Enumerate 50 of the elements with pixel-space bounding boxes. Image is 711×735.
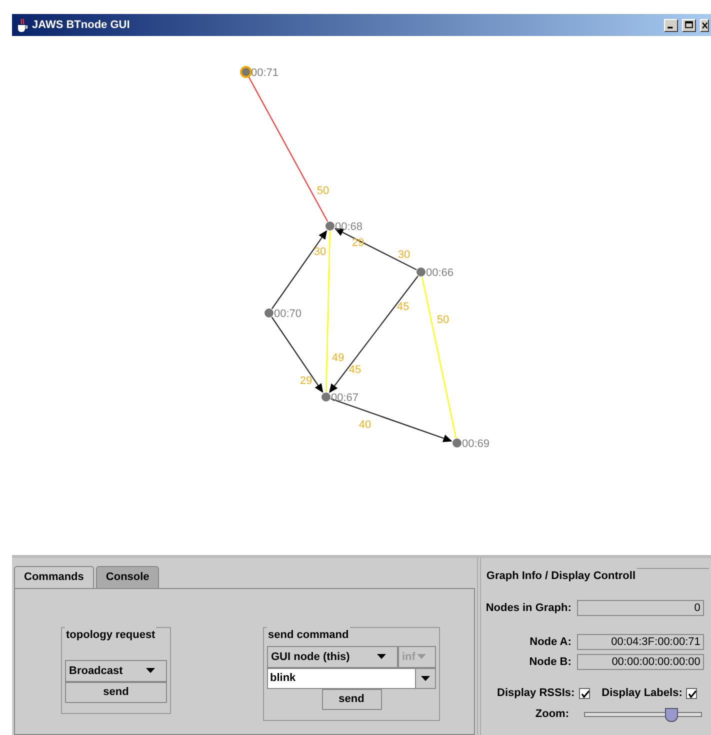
command-combo[interactable]: blink (267, 668, 436, 689)
coffee-cup-icon (16, 18, 28, 32)
node[interactable] (322, 392, 330, 402)
field-label: Node A: (528, 635, 572, 650)
edge-label: 50 (436, 314, 450, 326)
target-dropdown[interactable]: GUI node (this) (267, 646, 398, 668)
send-button[interactable]: send (322, 689, 382, 710)
field-label: Node B: (528, 654, 572, 670)
window-title: JAWS BTnode GUI (32, 18, 131, 33)
node-label: 00:67 (331, 392, 359, 404)
zoom-label: Zoom: (535, 706, 569, 722)
value-field: 00:04:3F:00:00:71 (577, 634, 704, 650)
checkbox[interactable] (578, 688, 590, 699)
edge-label: 30 (314, 246, 326, 258)
slider-thumb[interactable] (664, 708, 678, 722)
maximize-icon[interactable] (682, 18, 696, 32)
send-button[interactable]: send (65, 682, 167, 703)
close-icon[interactable] (700, 18, 709, 32)
edge-label: 30 (398, 249, 410, 261)
node-label: 00:68 (335, 221, 363, 233)
edge-label: 29 (352, 237, 364, 249)
edge-label: 45 (348, 364, 362, 376)
node-label: 00:70 (274, 308, 302, 320)
target-dropdown[interactable]: Broadcast (65, 660, 167, 682)
edge-label: 49 (332, 352, 344, 364)
caret-icon (420, 676, 430, 682)
tab[interactable]: Console (96, 566, 160, 588)
display-labels-label: Display Labels: (602, 686, 682, 701)
value-field: 00:00:00:00:00:00 (577, 654, 704, 670)
node[interactable] (240, 66, 252, 78)
node[interactable] (416, 268, 426, 276)
caret-icon (415, 653, 429, 661)
edge-label: 29 (300, 375, 312, 387)
node-label: 00:66 (426, 267, 454, 279)
node[interactable] (452, 438, 462, 448)
edge-label: 50 (316, 185, 330, 197)
minimize-icon[interactable] (664, 18, 678, 32)
field-label: Nodes in Graph: (485, 600, 572, 616)
edge-label: 40 (358, 419, 372, 431)
checkbox[interactable] (686, 688, 698, 699)
node[interactable] (264, 308, 274, 318)
node-label: 00:71 (251, 67, 279, 79)
tab[interactable]: Commands (14, 566, 94, 588)
node-label: 00:69 (462, 438, 490, 450)
display-rssis-label: Display RSSIs: (497, 686, 575, 701)
node[interactable] (326, 222, 334, 230)
group-title: Graph Info / Display Controll (485, 568, 637, 584)
value-field: 0 (577, 600, 704, 616)
group-title: topology request (65, 626, 156, 643)
edge-label: 45 (396, 301, 410, 313)
